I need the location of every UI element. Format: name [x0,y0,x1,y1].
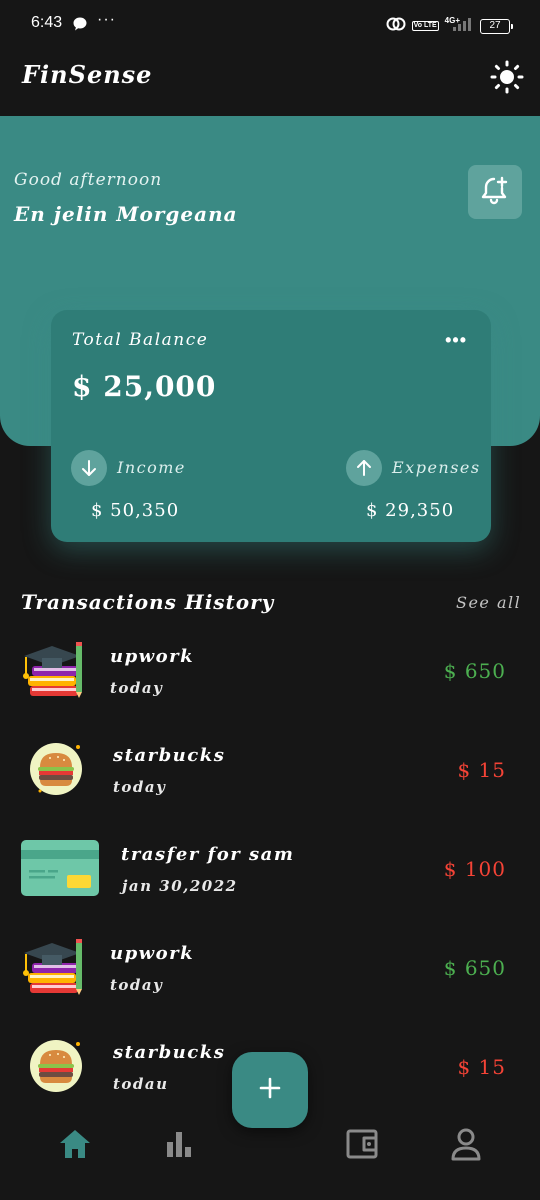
card-more-button[interactable]: ••• [445,330,467,351]
burger-icon [26,739,86,803]
transaction-amount: $ 15 [457,758,506,782]
bell-plus-icon [478,173,512,211]
burger-icon [26,1036,86,1098]
expenses-amount: $ 29,350 [366,500,455,521]
greeting-text: Good afternoon [14,170,163,190]
transaction-name: upwork [110,646,195,667]
credit-card-icon [21,840,101,902]
transaction-name: starbucks [113,1042,226,1063]
transaction-row[interactable]: trasfer for sam jan 30,2022 $ 100 [0,820,540,919]
transaction-name: trasfer for sam [121,844,295,865]
balance-card: Total Balance ••• $ 25,000 Income $ 50,3… [51,310,491,542]
battery-icon: 27 [480,18,513,34]
nav-stats[interactable] [159,1126,199,1166]
sun-icon [490,60,524,98]
app-title: FinSense [22,60,153,89]
transaction-date: todau [113,1075,169,1093]
user-name: En jelin Morgeana [14,202,238,226]
income-label: Income [117,458,186,477]
more-notifications-icon: ··· [97,11,116,28]
plus-icon [258,1076,282,1104]
status-time: 6:43 [31,14,63,31]
volte-badge: Vo LTE [411,21,439,31]
transaction-name: upwork [110,943,195,964]
transaction-row[interactable]: upwork today $ 650 [0,622,540,721]
arrow-down-icon [71,450,107,486]
network-type: 4G+ [444,15,460,25]
add-transaction-button[interactable] [232,1052,308,1128]
income-amount: $ 50,350 [91,500,180,521]
transaction-date: today [110,976,164,994]
transaction-amount: $ 100 [443,857,506,881]
status-icons: Vo LTE 4G+ 27 [386,14,513,38]
profile-icon [449,1126,483,1166]
wallet-icon [344,1126,380,1166]
status-bar: 6:43 ··· Vo LTE 4G+ 27 [0,0,540,52]
transaction-date: today [113,778,167,796]
transaction-amount: $ 15 [457,1055,506,1079]
arrow-up-icon [346,450,382,486]
transaction-date: today [110,679,164,697]
transaction-amount: $ 650 [443,659,506,683]
nav-home[interactable] [55,1126,95,1166]
transaction-row[interactable]: upwork today $ 650 [0,919,540,1018]
theme-toggle-button[interactable] [488,60,526,98]
transaction-date: jan 30,2022 [122,877,238,895]
hotspot-icon [386,15,406,37]
home-icon [57,1127,93,1165]
expenses-label: Expenses [392,458,481,477]
transaction-amount: $ 650 [443,956,506,980]
total-balance-amount: $ 25,000 [72,370,217,403]
transaction-row[interactable]: starbucks today $ 15 [0,721,540,820]
books-graduation-icon [20,937,86,1001]
bar-chart-icon [163,1128,195,1164]
transaction-name: starbucks [113,745,226,766]
add-notification-button[interactable] [468,165,522,219]
books-graduation-icon [20,640,86,704]
nav-wallet[interactable] [342,1126,382,1166]
nav-profile[interactable] [446,1126,486,1166]
see-all-link[interactable]: See all [456,593,521,612]
transactions-title: Transactions History [21,590,275,614]
chat-bubble-icon [72,16,88,36]
balance-label: Total Balance [72,330,209,350]
